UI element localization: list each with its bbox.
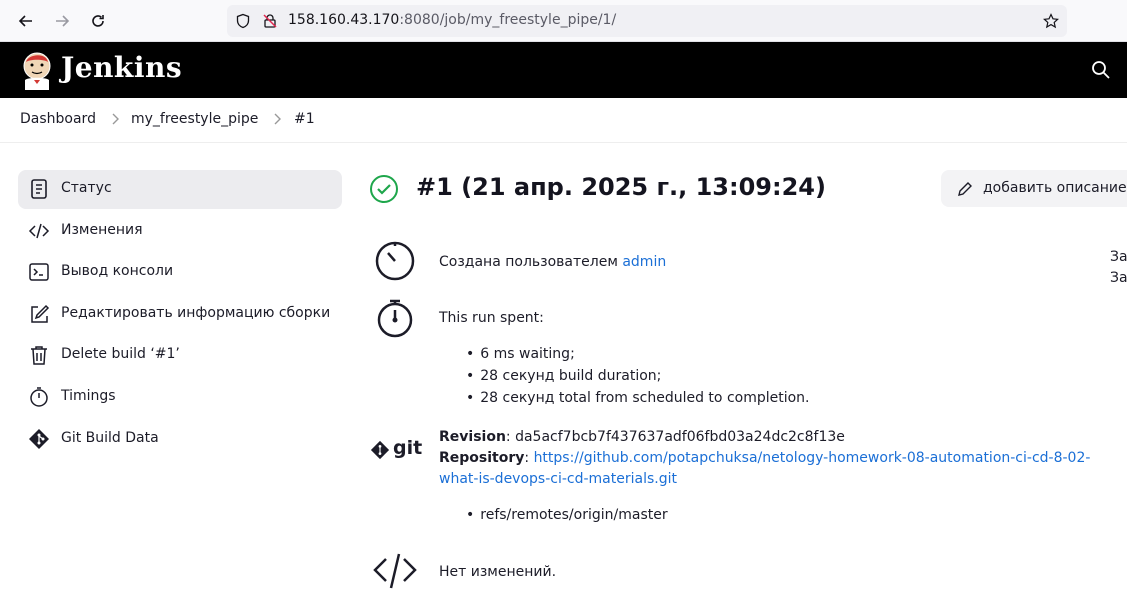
code-icon — [28, 223, 50, 239]
add-description-label: добавить описание — [983, 180, 1127, 196]
chevron-right-icon — [274, 113, 281, 125]
right-column-text: За — [1110, 270, 1127, 286]
jenkins-logo-icon[interactable] — [20, 50, 54, 90]
back-arrow-icon — [18, 15, 32, 27]
sidebar-item-label: Статус — [61, 180, 112, 196]
page-title: #1 (21 апр. 2025 г., 13:09:24) — [416, 173, 826, 201]
sidebar-item-label: Git Build Data — [61, 430, 159, 446]
address-bar[interactable]: 158.160.43.170:8080/job/my_freestyle_pip… — [227, 5, 1067, 37]
sidebar-item-git-build-data[interactable]: Git Build Data — [18, 420, 342, 459]
reload-icon — [92, 15, 104, 27]
stopwatch-icon — [30, 387, 48, 407]
sidebar-item-label: Редактировать информацию сборки — [61, 305, 331, 321]
breadcrumb-dashboard[interactable]: Dashboard — [20, 111, 96, 127]
repository-sep: : — [524, 450, 534, 466]
shield-icon — [236, 13, 250, 29]
git-icon — [29, 429, 49, 449]
sidebar-item-label: Изменения — [61, 222, 143, 238]
trash-icon — [31, 346, 47, 365]
timing-item: 28 секунд build duration; — [466, 368, 661, 384]
breadcrumb: Dashboard my_freestyle_pipe #1 — [0, 98, 1127, 143]
user-link-admin[interactable]: admin — [622, 254, 666, 270]
timing-item: 28 секунд total from scheduled to comple… — [466, 390, 809, 406]
stopwatch-icon — [377, 299, 413, 338]
repository: Repository: https://github.com/potapchuk… — [439, 450, 1090, 466]
back-button[interactable] — [14, 9, 38, 33]
bookmark-star-icon[interactable] — [1043, 13, 1059, 29]
sidebar-item-label: Timings — [61, 388, 116, 404]
sidebar-item-changes[interactable]: Изменения — [18, 212, 342, 251]
app-title[interactable]: Jenkins — [61, 51, 182, 84]
reload-button[interactable] — [86, 9, 110, 33]
url-text: 158.160.43.170:8080/job/my_freestyle_pip… — [288, 12, 616, 28]
url-path: :8080/job/my_freestyle_pipe/1/ — [399, 12, 617, 28]
git-wordmark: git — [393, 437, 423, 459]
code-icon — [373, 553, 417, 589]
jenkins-header: Jenkins — [0, 42, 1127, 98]
breadcrumb-build[interactable]: #1 — [294, 111, 315, 127]
sidebar-item-edit-info[interactable]: Редактировать информацию сборки — [18, 295, 342, 334]
repository-label: Repository — [439, 450, 525, 466]
git-ref-item: refs/remotes/origin/master — [466, 507, 667, 523]
browser-toolbar: 158.160.43.170:8080/job/my_freestyle_pip… — [0, 0, 1127, 42]
success-check-icon — [370, 175, 398, 203]
url-host: 158.160.43.170 — [288, 12, 400, 28]
sidebar-item-status[interactable]: Статус — [18, 170, 342, 209]
repository-link[interactable]: https://github.com/potapchuksa/netology-… — [534, 450, 1091, 466]
add-description-button[interactable]: добавить описание — [941, 170, 1127, 207]
revision: Revision: da5acf7bcb7f437637adf06fbd03a2… — [439, 429, 845, 445]
no-changes-text: Нет изменений. — [439, 564, 557, 580]
pencil-icon — [958, 182, 972, 196]
insecure-lock-icon — [263, 14, 277, 28]
revision-value: : da5acf7bcb7f437637adf06fbd03a24dc2c8f1… — [505, 429, 845, 445]
terminal-icon — [29, 263, 49, 281]
sidebar-item-label: Delete build ‘#1’ — [61, 346, 180, 362]
forward-button[interactable] — [50, 9, 74, 33]
sidebar-item-label: Вывод консоли — [61, 263, 174, 279]
repository-link-continued[interactable]: what-is-devops-ci-cd-materials.git — [439, 471, 677, 487]
right-column-text: За — [1110, 249, 1127, 265]
run-spent-label: This run spent: — [439, 310, 544, 326]
search-icon[interactable] — [1091, 60, 1111, 80]
created-by-prefix: Создана пользователем — [439, 254, 618, 270]
edit-icon — [31, 304, 50, 323]
breadcrumb-job[interactable]: my_freestyle_pipe — [131, 111, 258, 127]
sidebar-item-timings[interactable]: Timings — [18, 378, 342, 417]
git-diamond-icon — [370, 440, 390, 460]
chevron-right-icon — [112, 113, 119, 125]
notepad-icon — [31, 179, 47, 199]
created-by: Создана пользователем admin — [439, 254, 666, 270]
revision-label: Revision — [439, 429, 506, 445]
git-logo: git — [370, 437, 423, 464]
timing-item: 6 ms waiting; — [466, 346, 575, 362]
sidebar-item-delete-build[interactable]: Delete build ‘#1’ — [18, 336, 342, 375]
timer-icon — [375, 241, 415, 281]
sidebar-item-console[interactable]: Вывод консоли — [18, 253, 342, 292]
forward-arrow-icon — [56, 15, 70, 27]
